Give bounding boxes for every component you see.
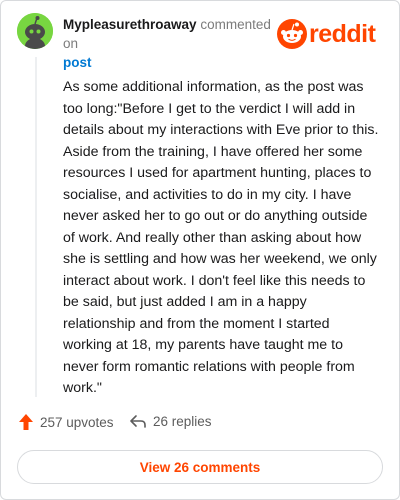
username-link[interactable]: Mypleasurethroaway (63, 17, 197, 32)
view-comments-button[interactable]: View 26 comments (17, 450, 383, 484)
comment-card: Mypleasurethroaway commented on post red… (0, 0, 400, 500)
user-avatar-icon[interactable] (17, 13, 53, 49)
comment-body: As some additional information, as the p… (63, 79, 382, 396)
comment-header: Mypleasurethroaway commented on post (63, 15, 283, 72)
upvote-count: 257 upvotes (40, 414, 114, 430)
reply-button[interactable]: 26 replies (129, 413, 212, 429)
reddit-wordmark: reddit (309, 20, 376, 48)
reddit-logo[interactable]: reddit (277, 18, 387, 50)
thread-line[interactable] (35, 57, 37, 397)
reply-count: 26 replies (153, 413, 212, 429)
upvote-arrow-icon (19, 414, 33, 430)
reply-arrow-icon (130, 415, 146, 428)
reddit-logo-icon (277, 19, 307, 49)
upvote-button[interactable]: 257 upvotes (18, 413, 114, 431)
post-link[interactable]: post (63, 53, 283, 72)
